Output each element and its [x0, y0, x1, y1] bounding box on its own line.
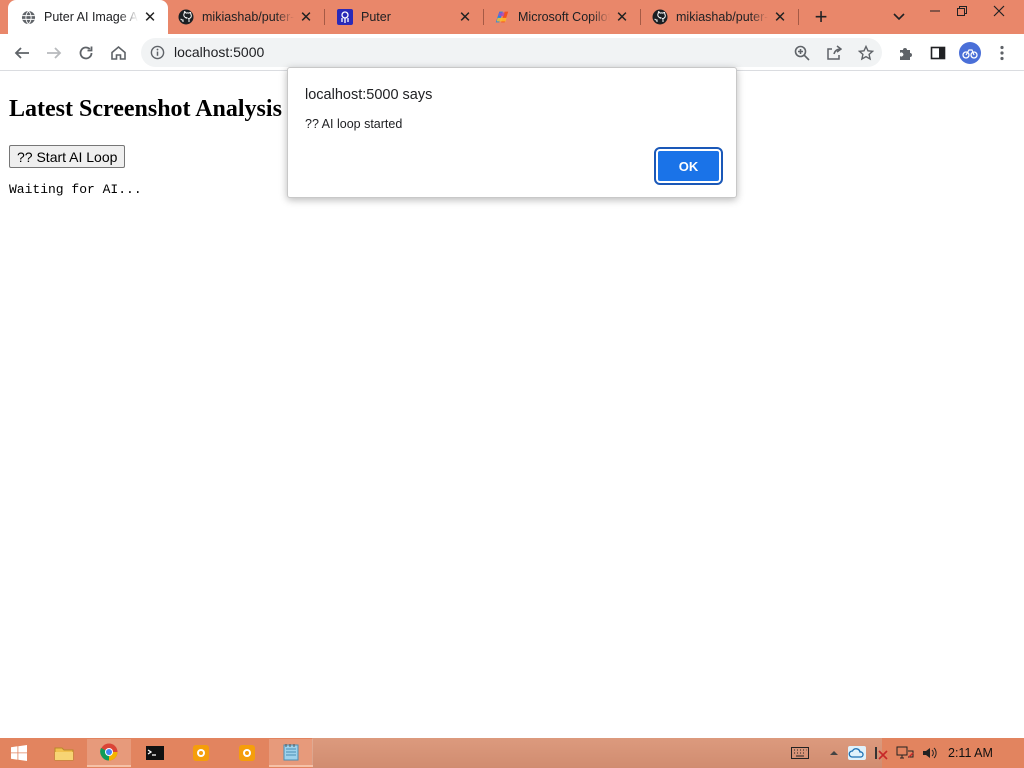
- copilot-icon: [494, 9, 510, 25]
- side-panel-icon: [930, 46, 946, 60]
- tab-puter[interactable]: Puter ✕: [325, 0, 483, 34]
- tab-title: mikiashab/puter-ai: [202, 10, 294, 24]
- reload-button[interactable]: [73, 40, 99, 66]
- tab-search-button[interactable]: [882, 4, 916, 30]
- close-window-button[interactable]: [982, 0, 1016, 22]
- tab-strip: Puter AI Image Analyzer ✕ mikiashab/pute…: [0, 0, 1024, 34]
- home-button[interactable]: [105, 40, 131, 66]
- tab-github-2[interactable]: mikiashab/puter-ai ✕: [640, 0, 798, 34]
- close-icon[interactable]: ✕: [614, 9, 630, 26]
- url-text[interactable]: localhost:5000: [174, 44, 264, 60]
- zoom-icon[interactable]: [792, 44, 812, 62]
- dialog-title: localhost:5000 says: [305, 87, 433, 103]
- chrome-icon: [100, 743, 118, 761]
- start-button[interactable]: [0, 739, 38, 767]
- chevron-up-icon[interactable]: [825, 745, 843, 761]
- alert-dialog: localhost:5000 says ?? AI loop started O…: [287, 67, 737, 198]
- taskbar-app-1[interactable]: [179, 739, 223, 767]
- orange-app-icon: [239, 745, 255, 761]
- taskbar-command-prompt[interactable]: [133, 739, 177, 767]
- kebab-menu-icon: [1000, 45, 1004, 61]
- forward-button[interactable]: [41, 40, 67, 66]
- chevron-down-icon: [893, 13, 905, 21]
- back-button[interactable]: [9, 40, 35, 66]
- tab-title: Puter: [361, 10, 391, 24]
- tab-microsoft-copilot[interactable]: Microsoft Copilot ✕: [482, 0, 640, 34]
- taskbar-clock[interactable]: 2:11 AM: [948, 746, 993, 760]
- orange-app-icon: [193, 745, 209, 761]
- extensions-button[interactable]: [893, 40, 919, 66]
- dialog-message: ?? AI loop started: [305, 117, 403, 131]
- notepad-icon: [283, 744, 299, 761]
- puter-icon: [337, 9, 353, 25]
- volume-icon[interactable]: [921, 745, 939, 761]
- side-panel-button[interactable]: [925, 40, 951, 66]
- terminal-icon: [146, 746, 164, 760]
- github-icon: [652, 9, 668, 25]
- taskbar-app-2[interactable]: [225, 739, 269, 767]
- windows-logo-icon: [11, 745, 27, 761]
- taskbar-notepad[interactable]: [269, 739, 313, 767]
- home-icon: [110, 45, 126, 60]
- back-arrow-icon: [14, 47, 29, 59]
- restore-icon: [957, 6, 967, 16]
- minimize-icon: [930, 10, 940, 12]
- start-ai-loop-button[interactable]: ?? Start AI Loop: [9, 145, 126, 168]
- puzzle-icon: [900, 48, 912, 60]
- keyboard-icon[interactable]: [791, 745, 809, 761]
- page-title: Latest Screenshot Analysis: [9, 96, 282, 122]
- cloud-icon[interactable]: [848, 745, 866, 761]
- address-bar[interactable]: localhost:5000: [141, 38, 882, 67]
- taskbar-chrome[interactable]: [87, 739, 131, 767]
- close-icon[interactable]: ✕: [298, 9, 314, 26]
- network-icon[interactable]: [896, 745, 914, 761]
- ok-button[interactable]: OK: [654, 147, 723, 185]
- share-icon[interactable]: [824, 44, 844, 62]
- tab-title: Puter AI Image Analyzer: [44, 10, 138, 24]
- close-icon[interactable]: ✕: [142, 9, 158, 26]
- reload-icon: [79, 46, 93, 60]
- avatar: [959, 42, 981, 64]
- close-icon[interactable]: ✕: [772, 9, 788, 26]
- restore-button[interactable]: [945, 0, 979, 22]
- status-text: Waiting for AI...: [9, 182, 142, 197]
- info-icon[interactable]: [150, 45, 165, 60]
- tab-github-1[interactable]: mikiashab/puter-ai ✕: [166, 0, 324, 34]
- forward-arrow-icon: [47, 47, 62, 59]
- taskbar-file-explorer[interactable]: [42, 739, 86, 767]
- profile-button[interactable]: [957, 40, 983, 66]
- close-icon[interactable]: ✕: [457, 9, 473, 26]
- menu-button[interactable]: [989, 40, 1015, 66]
- tools-icon[interactable]: [872, 745, 890, 761]
- tab-separator: [798, 9, 799, 25]
- browser-toolbar: localhost:5000: [0, 34, 1024, 71]
- globe-icon: [20, 9, 36, 25]
- folder-icon: [54, 747, 74, 761]
- bookmark-star-icon[interactable]: [856, 44, 876, 62]
- close-icon: [993, 5, 1005, 17]
- tab-puter-ai-image-analyzer[interactable]: Puter AI Image Analyzer ✕: [8, 0, 168, 34]
- new-tab-button[interactable]: +: [808, 4, 834, 30]
- github-icon: [178, 9, 194, 25]
- taskbar: 2:11 AM: [0, 738, 1024, 768]
- tab-title: mikiashab/puter-ai: [676, 10, 768, 24]
- tab-title: Microsoft Copilot: [518, 10, 610, 24]
